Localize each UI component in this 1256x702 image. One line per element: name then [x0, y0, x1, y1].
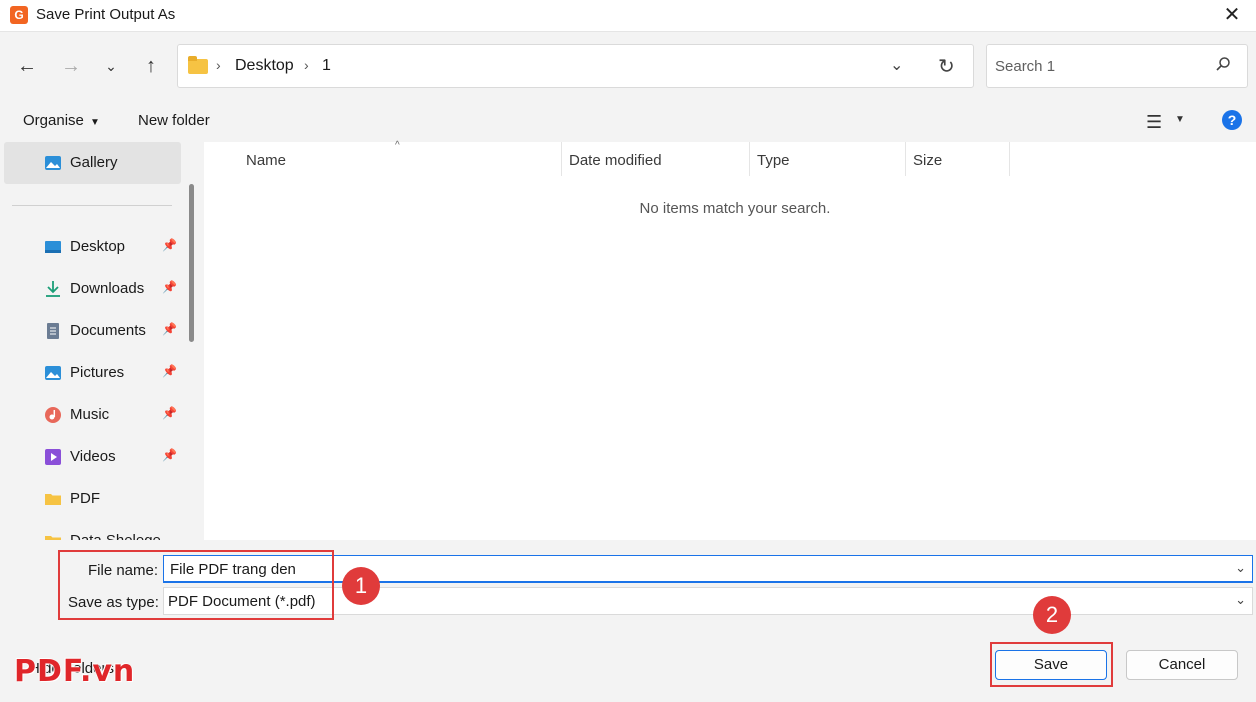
pin-icon: 📌 — [162, 238, 177, 252]
sidebar-item-label: Data Shelege — [70, 532, 161, 540]
navigation-bar: ← → ⌄ ↑ › Desktop › 1 ⌄ ↻ — [0, 32, 1256, 100]
breadcrumb-desktop[interactable]: Desktop — [235, 57, 294, 75]
address-dropdown-chevron-icon[interactable]: ⌄ — [890, 55, 903, 75]
chevron-down-icon[interactable]: ⌄ — [1235, 592, 1246, 608]
folder-icon — [45, 536, 61, 540]
breadcrumb-chevron-icon: › — [216, 57, 221, 73]
command-toolbar: Organise ▼ New folder ☰ ▼ ? — [0, 100, 1256, 142]
annotation-number-2: 2 — [1033, 596, 1071, 634]
watermark-logo: PDF.vn — [14, 654, 136, 689]
pin-icon: 📌 — [162, 364, 177, 378]
videos-icon — [45, 449, 61, 465]
gallery-icon — [45, 156, 61, 170]
annotation-highlight-box — [58, 550, 334, 620]
refresh-icon[interactable]: ↻ — [938, 54, 955, 79]
breadcrumb-chevron-icon: › — [304, 57, 309, 73]
sidebar-item-label: Documents — [70, 322, 146, 339]
column-header-name[interactable]: Name — [246, 152, 286, 169]
pin-icon: 📌 — [162, 406, 177, 420]
search-box[interactable] — [986, 44, 1248, 88]
download-icon — [46, 281, 60, 297]
close-icon[interactable]: ✕ — [1218, 2, 1246, 30]
sort-ascending-icon: ^ — [395, 140, 400, 151]
search-icon[interactable] — [1215, 56, 1231, 72]
sidebar-item-label: Music — [70, 406, 110, 423]
cancel-button[interactable]: Cancel — [1126, 650, 1238, 680]
save-button[interactable]: Save — [995, 650, 1107, 680]
search-input[interactable] — [995, 55, 1205, 77]
pin-icon: 📌 — [162, 448, 177, 462]
file-list-pane: ^ Name Date modified Type Size No items … — [204, 140, 1256, 540]
column-header-size[interactable]: Size — [913, 152, 942, 169]
sidebar-item-label: Desktop — [70, 238, 126, 255]
music-icon — [45, 407, 61, 423]
sidebar-scrollbar[interactable] — [189, 184, 194, 342]
forward-arrow-icon[interactable]: → — [58, 54, 84, 80]
caret-down-icon: ▼ — [90, 117, 100, 128]
pin-icon: 📌 — [162, 322, 177, 336]
pin-icon: 📌 — [162, 280, 177, 294]
documents-icon — [47, 323, 59, 339]
new-folder-button[interactable]: New folder — [138, 112, 210, 129]
column-header-date-modified[interactable]: Date modified — [569, 152, 662, 169]
save-form-area: File name: ⌄ Save as type: PDF Document … — [0, 540, 1256, 702]
address-bar[interactable]: › Desktop › 1 ⌄ ↻ — [177, 44, 974, 88]
organise-menu[interactable]: Organise ▼ — [23, 112, 100, 129]
annotation-number-1: 1 — [342, 567, 380, 605]
empty-message: No items match your search. — [639, 200, 831, 217]
column-divider[interactable] — [1009, 142, 1010, 176]
navigation-pane: Gallery Desktop 📌 Downloads 📌 Documents … — [0, 142, 204, 540]
sidebar-item-label: Downloads — [70, 280, 145, 297]
folder-icon — [188, 56, 208, 74]
sidebar-item-label: PDF — [70, 490, 100, 507]
title-bar: G Save Print Output As ✕ — [0, 0, 1256, 32]
caret-down-icon[interactable]: ▼ — [1175, 114, 1185, 125]
app-icon: G — [10, 6, 28, 24]
sidebar-item-label: Videos — [70, 448, 116, 465]
back-arrow-icon[interactable]: ← — [14, 54, 40, 80]
column-divider[interactable] — [905, 142, 906, 176]
organise-label: Organise — [23, 112, 84, 129]
folder-icon — [45, 494, 61, 505]
chevron-down-icon[interactable]: ⌄ — [1235, 560, 1246, 576]
column-divider[interactable] — [561, 142, 562, 176]
sidebar-item-label: Pictures — [70, 364, 125, 381]
desktop-icon — [45, 241, 61, 253]
column-divider[interactable] — [749, 142, 750, 176]
pictures-icon — [45, 366, 61, 380]
recent-locations-chevron-icon[interactable]: ⌄ — [98, 54, 124, 80]
sidebar-item-label: Gallery — [70, 154, 118, 171]
view-options-icon[interactable]: ☰ — [1146, 112, 1162, 133]
breadcrumb-folder-1[interactable]: 1 — [322, 57, 331, 75]
sidebar-divider — [12, 205, 172, 206]
help-icon[interactable]: ? — [1222, 110, 1242, 130]
column-header-type[interactable]: Type — [757, 152, 790, 169]
window-title: Save Print Output As — [36, 6, 176, 23]
up-arrow-icon[interactable]: ↑ — [138, 54, 164, 80]
